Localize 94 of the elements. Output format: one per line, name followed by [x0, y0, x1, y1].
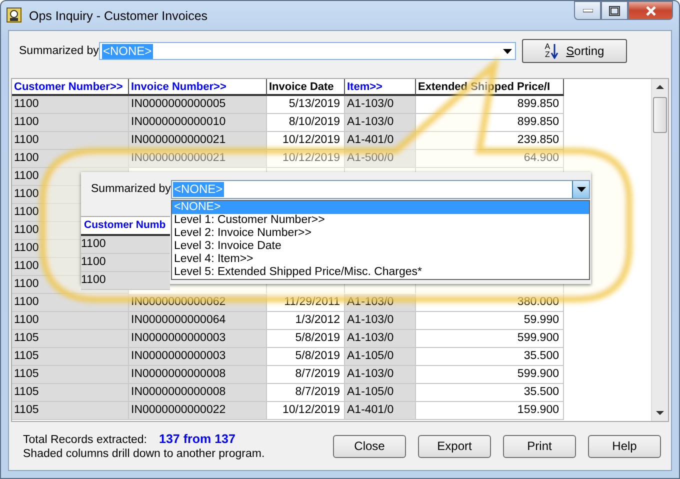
table-cell: 1105	[12, 402, 129, 420]
table-cell: 599.900	[416, 366, 564, 384]
table-cell: A1-103/0	[345, 96, 416, 114]
column-header[interactable]: Extended Shipped Price/I	[416, 79, 564, 96]
table-cell: A1-105/0	[345, 348, 416, 366]
table-cell: 8/10/2019	[267, 114, 345, 132]
table-cell: 1100	[12, 150, 129, 168]
dropdown-option[interactable]: Level 4: Item>>	[172, 253, 589, 266]
column-header[interactable]: Customer Number>>	[12, 79, 129, 96]
table-cell: A1-103/0	[345, 330, 416, 348]
window-title: Ops Inquiry - Customer Invoices	[29, 8, 208, 22]
minimize-button[interactable]	[574, 1, 601, 20]
dropdown-option[interactable]: Level 2: Invoice Number>>	[172, 227, 589, 240]
table-cell: 1/3/2012	[267, 312, 345, 330]
table-cell: 1105	[12, 384, 129, 402]
table-cell: 899.850	[416, 96, 564, 114]
table-cell: 11/29/2011	[267, 294, 345, 312]
table-cell: A1-103/0	[345, 114, 416, 132]
maximize-button[interactable]	[601, 1, 628, 20]
table-cell: IN0000000000008	[129, 384, 267, 402]
table-cell: 1105	[12, 330, 129, 348]
minimize-icon	[582, 8, 592, 12]
table-cell: A1-500/0	[345, 150, 416, 168]
table-cell: A1-103/0	[345, 366, 416, 384]
table-cell: IN0000000000021	[129, 132, 267, 150]
table-cell: 5/8/2019	[267, 348, 345, 366]
table-cell: IN0000000000005	[129, 96, 267, 114]
table-cell: 599.900	[416, 330, 564, 348]
table-cell: 10/12/2019	[267, 150, 345, 168]
scrollbar-thumb[interactable]	[653, 97, 667, 133]
dropdown-arrow-icon	[576, 186, 586, 192]
maximize-icon	[609, 6, 620, 16]
total-records-label: Total Records extracted:	[23, 434, 148, 446]
app-icon	[6, 6, 22, 22]
table-cell: A1-401/0	[345, 402, 416, 420]
table-cell: 35.500	[416, 348, 564, 366]
table-cell: 380.000	[416, 294, 564, 312]
column-header[interactable]: Item>>	[345, 79, 416, 96]
table-cell: IN0000000000010	[129, 114, 267, 132]
table-cell: 8/7/2019	[267, 384, 345, 402]
table-cell: 1105	[12, 348, 129, 366]
table-cell: A1-103/0	[345, 312, 416, 330]
table-cell: 5/13/2019	[267, 96, 345, 114]
dropdown-option[interactable]: Level 1: Customer Number>>	[172, 214, 589, 227]
table-cell: IN0000000000008	[129, 366, 267, 384]
column-header[interactable]: Invoice Number>>	[129, 79, 267, 96]
table-cell: 899.850	[416, 114, 564, 132]
dropdown-option[interactable]: Level 5: Extended Shipped Price/Misc. Charges*	[172, 266, 589, 279]
table-cell: IN0000000000003	[129, 330, 267, 348]
table-cell: 5/8/2019	[267, 330, 345, 348]
column-header[interactable]: Invoice Date	[267, 79, 345, 96]
table-cell: 1100	[12, 294, 129, 312]
table-cell: 64.900	[416, 150, 564, 168]
table-cell: IN0000000000062	[129, 294, 267, 312]
table-cell: 1100	[12, 114, 129, 132]
table-cell: A1-401/0	[345, 132, 416, 150]
footer-button[interactable]: Export	[418, 434, 491, 458]
footer-button[interactable]: Print	[503, 434, 576, 458]
down-arrow-icon	[551, 43, 558, 59]
table-cell: 10/12/2019	[267, 402, 345, 420]
table-cell: 1100	[12, 132, 129, 150]
footer-button[interactable]: Help	[588, 434, 661, 458]
table-cell: 1100	[12, 96, 129, 114]
sorting-button[interactable]: A Z Sorting	[522, 39, 627, 63]
table-cell: 1105	[12, 366, 129, 384]
dropdown-arrow-icon[interactable]	[503, 48, 512, 54]
dropdown-option[interactable]: Level 3: Invoice Date	[172, 240, 589, 253]
footer-button[interactable]: Close	[333, 434, 406, 458]
table-cell: A1-103/0	[345, 294, 416, 312]
table-cell: 8/7/2019	[267, 366, 345, 384]
close-icon	[644, 6, 656, 16]
table-cell: 10/12/2019	[267, 132, 345, 150]
column-header: Customer Numb	[81, 216, 170, 236]
table-cell: 159.900	[416, 402, 564, 420]
table-cell: 1100	[81, 254, 170, 272]
total-records-value: 137 from 137	[159, 432, 236, 446]
table-cell: A1-105/0	[345, 384, 416, 402]
dropdown-arrow-button[interactable]	[572, 180, 589, 198]
table-cell: 59.990	[416, 312, 564, 330]
table-cell: IN0000000000021	[129, 150, 267, 168]
table-cell: IN0000000000003	[129, 348, 267, 366]
table-cell: 1100	[12, 312, 129, 330]
sort-letter: A	[544, 43, 550, 51]
scrollbar[interactable]	[651, 79, 668, 421]
table-cell: 35.500	[416, 384, 564, 402]
table-cell: 1100	[81, 236, 170, 254]
table-cell: IN0000000000022	[129, 402, 267, 420]
table-cell: 1100	[81, 272, 170, 290]
table-cell: IN0000000000064	[129, 312, 267, 330]
footer-note: Shaded columns drill down to another program.	[23, 448, 265, 460]
table-cell: 239.850	[416, 132, 564, 150]
sort-letter: Z	[544, 51, 550, 59]
summarized-by-label: Summarized by	[19, 45, 99, 57]
close-button[interactable]	[628, 1, 673, 20]
